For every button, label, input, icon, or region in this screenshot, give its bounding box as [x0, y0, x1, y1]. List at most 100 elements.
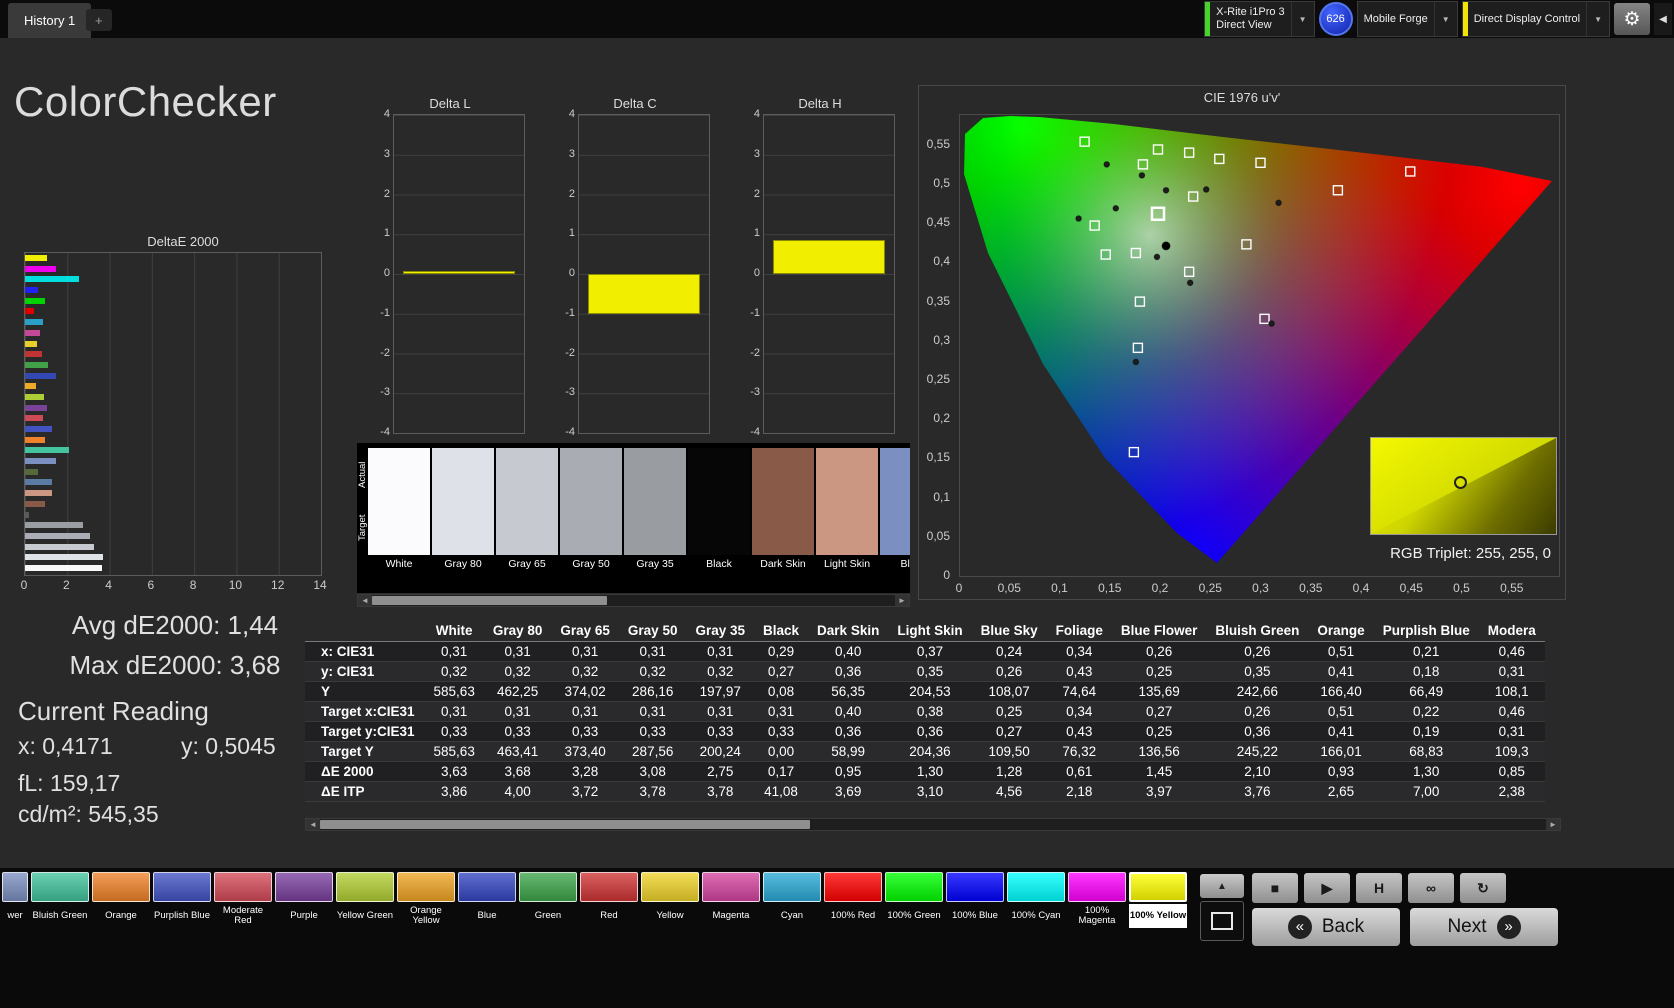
deltae-bar-gray-65 — [25, 543, 95, 550]
patch-button-100-green[interactable]: 100% Green — [885, 872, 943, 928]
table-cell: 0,41 — [1327, 724, 1355, 739]
swatch-black[interactable]: Black — [688, 448, 750, 593]
refresh-icon: ↻ — [1477, 879, 1489, 896]
patch-label: Moderate Red — [222, 904, 264, 926]
collapse-panel-button[interactable]: ◀ — [1654, 3, 1672, 35]
delta-h-title: Delta H — [798, 96, 842, 111]
play-button[interactable]: ▶ — [1304, 873, 1350, 903]
patch-button-yellow[interactable]: Yellow — [641, 872, 699, 928]
patch-button-100-yellow[interactable]: 100% Yellow — [1129, 872, 1187, 928]
pause-button[interactable]: H — [1356, 873, 1402, 903]
patch-button-100-cyan[interactable]: 100% Cyan — [1007, 872, 1065, 928]
swatch-label: Gray 50 — [572, 558, 610, 570]
table-cell: 0,51 — [1327, 644, 1355, 659]
patch-button-100-blue[interactable]: 100% Blue — [946, 872, 1004, 928]
patch-label: 100% Magenta — [1078, 904, 1116, 926]
scroll-left-icon[interactable]: ◄ — [306, 819, 320, 830]
patch-button-yellow-green[interactable]: Yellow Green — [336, 872, 394, 928]
table-cell: 41,08 — [764, 784, 798, 799]
tab-history-1[interactable]: History 1 — [8, 3, 92, 38]
table-cell: 3,86 — [441, 784, 468, 799]
deltae-bar-gray-50 — [25, 532, 91, 539]
swatch-dark-skin[interactable]: Dark Skin — [752, 448, 814, 593]
patch-button-purplish-blue[interactable]: Purplish Blue — [153, 872, 211, 928]
table-cell: 2,10 — [1244, 764, 1271, 779]
row-label: Y — [321, 684, 331, 699]
inset-marker — [1454, 476, 1468, 490]
scroll-right-icon[interactable]: ► — [1546, 819, 1560, 830]
patch-button-red[interactable]: Red — [580, 872, 638, 928]
table-cell: 3,08 — [639, 764, 666, 779]
loop-button[interactable]: ∞ — [1408, 873, 1454, 903]
scroll-left-icon[interactable]: ◄ — [358, 595, 372, 606]
scrollbar-thumb[interactable] — [372, 596, 608, 605]
settings-button[interactable]: ⚙ — [1614, 3, 1650, 35]
cie-measured-marker — [1112, 204, 1120, 212]
table-cell: 0,08 — [767, 684, 795, 699]
scrollbar-thumb[interactable] — [320, 820, 811, 829]
actual-swatch — [688, 448, 750, 501]
pattern-source-selector[interactable]: Mobile Forge ▼ — [1356, 1, 1458, 37]
top-bar-right: X-Rite i1Pro 3 Direct View ▼ 626 Mobile … — [1204, 1, 1672, 37]
table-scrollbar[interactable]: ◄ ► — [305, 818, 1561, 831]
column-header: Light Skin — [888, 620, 972, 642]
meter-name: X-Rite i1Pro 3 Direct View — [1216, 6, 1285, 31]
deltae-bar-light-skin — [25, 490, 53, 497]
repeat-button[interactable]: ↻ — [1460, 873, 1506, 903]
swatch-blue[interactable]: Blue — [880, 448, 910, 593]
scroll-right-icon[interactable]: ► — [895, 595, 909, 606]
meter-selector[interactable]: X-Rite i1Pro 3 Direct View ▼ — [1204, 1, 1315, 37]
patch-swatch — [336, 872, 394, 902]
add-tab-button[interactable]: + — [86, 9, 112, 31]
swatch-gray-65[interactable]: Gray 65 — [496, 448, 558, 593]
swatch-white[interactable]: White — [368, 448, 430, 593]
next-button[interactable]: Next » — [1410, 908, 1558, 946]
table-cell: 1,45 — [1145, 764, 1173, 779]
actual-swatch — [368, 448, 430, 501]
table-cell: 0,36 — [916, 724, 944, 739]
table-cell: 0,31 — [767, 704, 795, 719]
app-window: History 1 + X-Rite i1Pro 3 Direct View ▼… — [0, 0, 1674, 1008]
patch-button-magenta[interactable]: Magenta — [702, 872, 760, 928]
table-cell: 585,63 — [433, 744, 475, 759]
table-cell: 0,61 — [1066, 764, 1093, 779]
patch-button-orange-yellow[interactable]: Orange Yellow — [397, 872, 455, 928]
swatch-gray-80[interactable]: Gray 80 — [432, 448, 494, 593]
patch-button-purple[interactable]: Purple — [275, 872, 333, 928]
pattern-source-label: Mobile Forge — [1363, 12, 1428, 25]
display-control-selector[interactable]: Direct Display Control ▼ — [1461, 1, 1610, 37]
table-cell: 463,41 — [496, 744, 539, 759]
patch-button-bluish-green[interactable]: Bluish Green — [31, 872, 89, 928]
pattern-up-button[interactable]: ▲ — [1200, 874, 1244, 898]
deltae-bar-moderate-red — [25, 415, 43, 422]
patch-button-green[interactable]: Green — [519, 872, 577, 928]
chevron-down-icon[interactable]: ▼ — [1586, 2, 1609, 36]
table-cell: 0,38 — [916, 704, 944, 719]
swatch-gray-35[interactable]: Gray 35 — [624, 448, 686, 593]
patch-button-cyan[interactable]: Cyan — [763, 872, 821, 928]
stop-button[interactable]: ■ — [1252, 873, 1298, 903]
cie-measured-marker — [1268, 320, 1275, 327]
patch-button-100-red[interactable]: 100% Red — [824, 872, 882, 928]
pattern-window-button[interactable] — [1200, 901, 1244, 941]
swatch-scrollbar[interactable]: ◄ ► — [357, 594, 910, 607]
current-x: x: 0,4171 — [18, 733, 113, 759]
chevron-down-icon[interactable]: ▼ — [1433, 2, 1457, 36]
deltae2000-chart: DeltaE 2000 0 2 4 6 8 10 12 14 — [21, 234, 344, 592]
swatch-light-skin[interactable]: Light Skin — [816, 448, 878, 593]
patch-button-moderate-red[interactable]: Moderate Red — [214, 872, 272, 928]
display-control-label: Direct Display Control — [1473, 12, 1581, 25]
swatch-gray-50[interactable]: Gray 50 — [560, 448, 622, 593]
table-cell: 242,66 — [1236, 684, 1279, 699]
patch-button-wer[interactable]: wer — [2, 872, 28, 928]
patch-swatch — [885, 872, 943, 902]
column-header: Orange — [1308, 620, 1374, 642]
patch-button-100-magenta[interactable]: 100% Magenta — [1068, 872, 1126, 928]
back-button[interactable]: « Back — [1252, 908, 1400, 946]
reading-count-badge[interactable]: 626 — [1318, 2, 1353, 36]
rgb-triplet-label: RGB Triplet: 255, 255, 0 — [1390, 545, 1551, 562]
chevron-down-icon[interactable]: ▼ — [1290, 2, 1314, 36]
patch-button-orange[interactable]: Orange — [92, 872, 150, 928]
patch-button-blue[interactable]: Blue — [458, 872, 516, 928]
table-cell: 0,31 — [639, 704, 666, 719]
